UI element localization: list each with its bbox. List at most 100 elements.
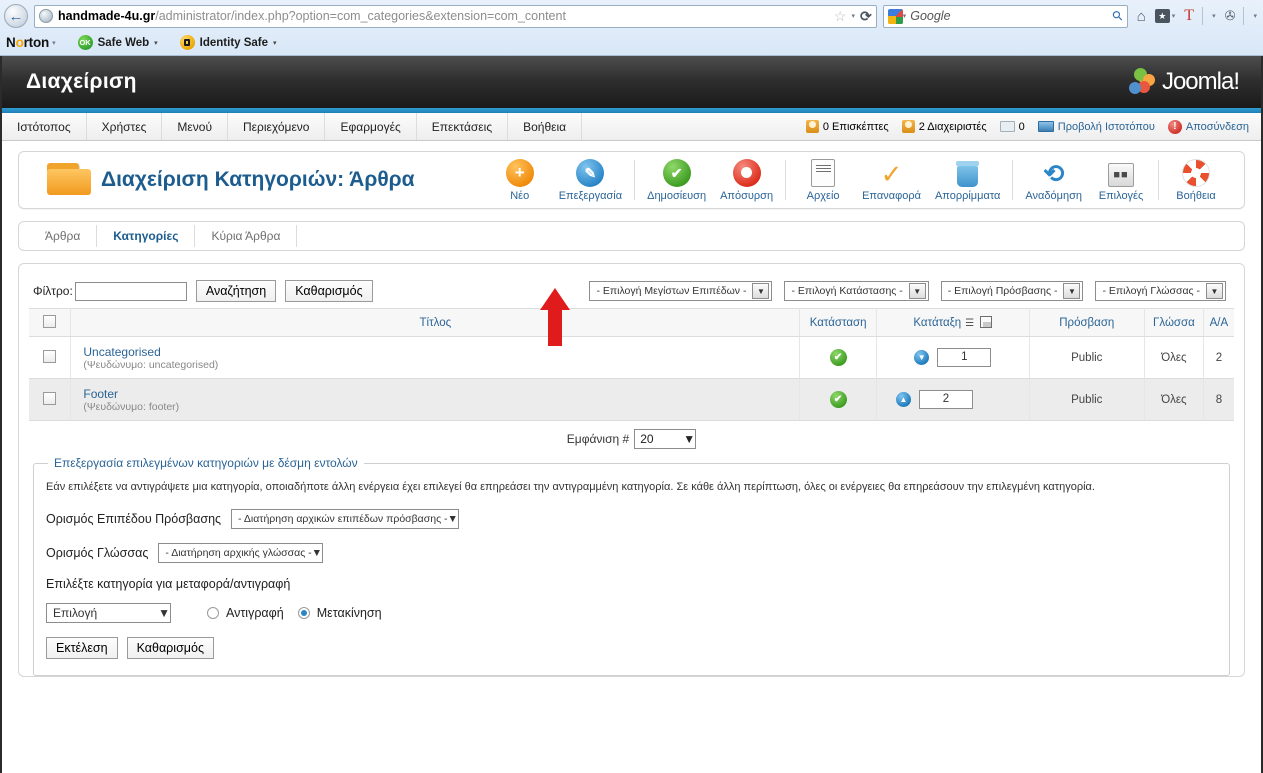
toolbar-t-menu[interactable]: ▾: [1212, 12, 1216, 20]
menu-item-content[interactable]: Περιεχόμενο: [228, 113, 326, 140]
select-language[interactable]: - Επιλογή Γλώσσας - ▼: [1095, 281, 1226, 301]
chevron-down-icon: ▼: [1206, 283, 1223, 299]
row-checkbox[interactable]: [43, 391, 57, 405]
toolbar-edit-button[interactable]: ✎ Επεξεργασία: [552, 158, 629, 202]
toolbar-publish-button[interactable]: ✔ Δημοσίευση: [640, 158, 713, 202]
preview-site-link[interactable]: Προβολή Ιστοτόπου: [1037, 121, 1155, 133]
norton-identity-safe-button[interactable]: Identity Safe ▾: [179, 35, 277, 50]
search-input[interactable]: Google: [906, 9, 1113, 23]
batch-language-select[interactable]: - Διατήρηση αρχικής γλώσσας - ▼: [158, 543, 324, 564]
bookmark-star-icon[interactable]: ☆: [834, 8, 847, 25]
batch-language-label: Ορισμός Γλώσσας: [46, 546, 149, 561]
row-checkbox[interactable]: [43, 349, 57, 363]
logout-link[interactable]: ! Αποσύνδεση: [1167, 119, 1249, 134]
header-id[interactable]: Α/Α: [1203, 308, 1234, 337]
select-status[interactable]: - Επιλογή Κατάστασης - ▼: [784, 281, 929, 301]
status-published-icon[interactable]: ✔: [829, 391, 847, 408]
chevron-down-icon[interactable]: ▾: [851, 12, 855, 20]
batch-access-select[interactable]: - Διατήρηση αρχικών επιπέδων πρόσβασης -…: [231, 509, 459, 530]
header-order[interactable]: Κατάταξη ☰: [876, 308, 1030, 337]
toolbar-unpublish-button[interactable]: Απόσυρση: [713, 158, 780, 202]
category-link[interactable]: Uncategorised: [83, 345, 798, 359]
toolbar-help-button[interactable]: Βοήθεια: [1164, 158, 1228, 202]
batch-access-row: Ορισμός Επιπέδου Πρόσβασης - Διατήρηση α…: [46, 509, 1217, 530]
menu-item-site[interactable]: Ιστότοπος: [2, 113, 87, 140]
url-text: handmade-4u.gr/administrator/index.php?o…: [58, 9, 834, 23]
toolbar-options-button[interactable]: ■■ Επιλογές: [1089, 162, 1153, 202]
table-row[interactable]: Footer (Ψευδώνυμο: footer) ✔ ▲ 2 Public …: [29, 378, 1234, 421]
toolbar-restore-button[interactable]: ✓ Επαναφορά: [855, 161, 928, 202]
header-language[interactable]: Γλώσσα: [1144, 308, 1204, 337]
category-link[interactable]: Footer: [83, 387, 798, 401]
order-input[interactable]: 2: [918, 390, 973, 409]
order-up-icon[interactable]: ▲: [895, 392, 911, 407]
save-order-icon[interactable]: [980, 316, 993, 328]
order-input[interactable]: 1: [937, 348, 992, 367]
filter-input[interactable]: [74, 281, 187, 301]
joomla-admin: Διαχείριση Joomla! Ιστότοπος Χρήστες Μεν…: [0, 56, 1263, 773]
header-select-all[interactable]: [29, 308, 72, 337]
home-button[interactable]: ⌂: [1137, 8, 1146, 25]
norton-safe-web-button[interactable]: OK Safe Web ▾: [77, 35, 158, 50]
menu-item-users[interactable]: Χρήστες: [87, 113, 163, 140]
header-title[interactable]: Τίτλος: [70, 308, 801, 337]
header-access[interactable]: Πρόσβαση: [1029, 308, 1145, 337]
norton-chevron-icon[interactable]: ▾: [52, 39, 56, 47]
tab-featured-articles[interactable]: Κύρια Άρθρα: [195, 225, 298, 247]
select-access[interactable]: - Επιλογή Πρόσβασης - ▼: [940, 281, 1084, 301]
batch-clear-button[interactable]: Καθαρισμός: [126, 637, 214, 660]
clear-filter-button[interactable]: Καθαρισμός: [285, 280, 373, 302]
search-button[interactable]: Αναζήτηση: [195, 280, 277, 302]
table-row[interactable]: Uncategorised (Ψευδώνυμο: uncategorised)…: [29, 336, 1234, 379]
norton-safe-web-label: Safe Web: [97, 36, 150, 49]
reload-icon[interactable]: ⟳: [860, 8, 872, 25]
toolbar-t-button[interactable]: T: [1184, 7, 1194, 25]
menu-item-menus[interactable]: Μενού: [162, 113, 229, 140]
tab-articles[interactable]: Άρθρα: [29, 225, 98, 247]
toolbar-new-label: Νέο: [510, 189, 530, 202]
messages-count[interactable]: 0: [999, 120, 1025, 133]
table-header-row: Τίτλος Κατάσταση Κατάταξη ☰ Πρόσβαση Γλώσ…: [29, 308, 1234, 337]
batch-processing-panel: Επεξεργασία επιλεγμένων κατηγοριών με δέ…: [33, 456, 1230, 677]
bookmarks-button[interactable]: ★ ▾: [1154, 9, 1175, 23]
row-status-cell[interactable]: ✔: [799, 378, 877, 421]
toolbar-rebuild-label: Αναδόμηση: [1025, 189, 1082, 202]
annotation-arrow-icon: [540, 288, 570, 346]
limit-select[interactable]: 20 ▼: [634, 429, 697, 449]
status-published-icon[interactable]: ✔: [829, 349, 847, 366]
toolbar-rebuild-button[interactable]: ⟲ Αναδόμηση: [1018, 161, 1089, 202]
toolbar-archive-button[interactable]: Αρχείο: [791, 158, 855, 202]
row-checkbox-cell[interactable]: [29, 378, 72, 421]
browser-search-box[interactable]: ▾ Google ⚲: [882, 4, 1128, 28]
toolbar-trash-button[interactable]: Απορρίμματα: [928, 160, 1007, 202]
batch-category-select[interactable]: Επιλογή ▼: [46, 603, 171, 624]
messages-label: 0: [1018, 120, 1025, 133]
batch-process-button[interactable]: Εκτέλεση: [46, 637, 118, 660]
menu-item-help[interactable]: Βοήθεια: [508, 113, 583, 140]
home-icon: ⌂: [1136, 7, 1146, 25]
row-checkbox-cell[interactable]: [29, 336, 72, 379]
chevron-down-icon: ▼: [1063, 283, 1081, 299]
page-title: Διαχείριση Κατηγοριών: Άρθρα: [101, 168, 415, 191]
addon-menu[interactable]: ▾: [1253, 12, 1257, 20]
address-bar[interactable]: handmade-4u.gr/administrator/index.php?o…: [34, 4, 877, 28]
menu-item-extensions[interactable]: Επεκτάσεις: [417, 113, 509, 140]
admin-title: Διαχείριση: [26, 70, 137, 93]
batch-move-radio[interactable]: [297, 607, 310, 620]
header-status[interactable]: Κατάσταση: [799, 308, 877, 337]
select-max-levels[interactable]: - Επιλογή Μεγίστων Επιπέδων - ▼: [589, 281, 773, 301]
addon-button[interactable]: ✇: [1225, 8, 1236, 24]
logout-label: Αποσύνδεση: [1185, 120, 1249, 133]
toolbar-new-button[interactable]: + Νέο: [488, 158, 552, 202]
menu-item-components[interactable]: Εφαρμογές: [325, 113, 417, 140]
batch-copy-radio[interactable]: [207, 607, 219, 620]
browser-chrome: ← handmade-4u.gr/administrator/index.php…: [0, 0, 1263, 56]
back-button[interactable]: ←: [4, 4, 28, 28]
select-all-checkbox[interactable]: [43, 314, 57, 328]
row-status-cell[interactable]: ✔: [799, 336, 877, 379]
tab-categories[interactable]: Κατηγορίες: [97, 225, 196, 247]
toolbar-divider: [1012, 160, 1014, 200]
url-host: handmade-4u.gr: [58, 9, 156, 23]
trash-icon: [956, 160, 980, 187]
order-down-icon[interactable]: ▼: [914, 350, 930, 365]
